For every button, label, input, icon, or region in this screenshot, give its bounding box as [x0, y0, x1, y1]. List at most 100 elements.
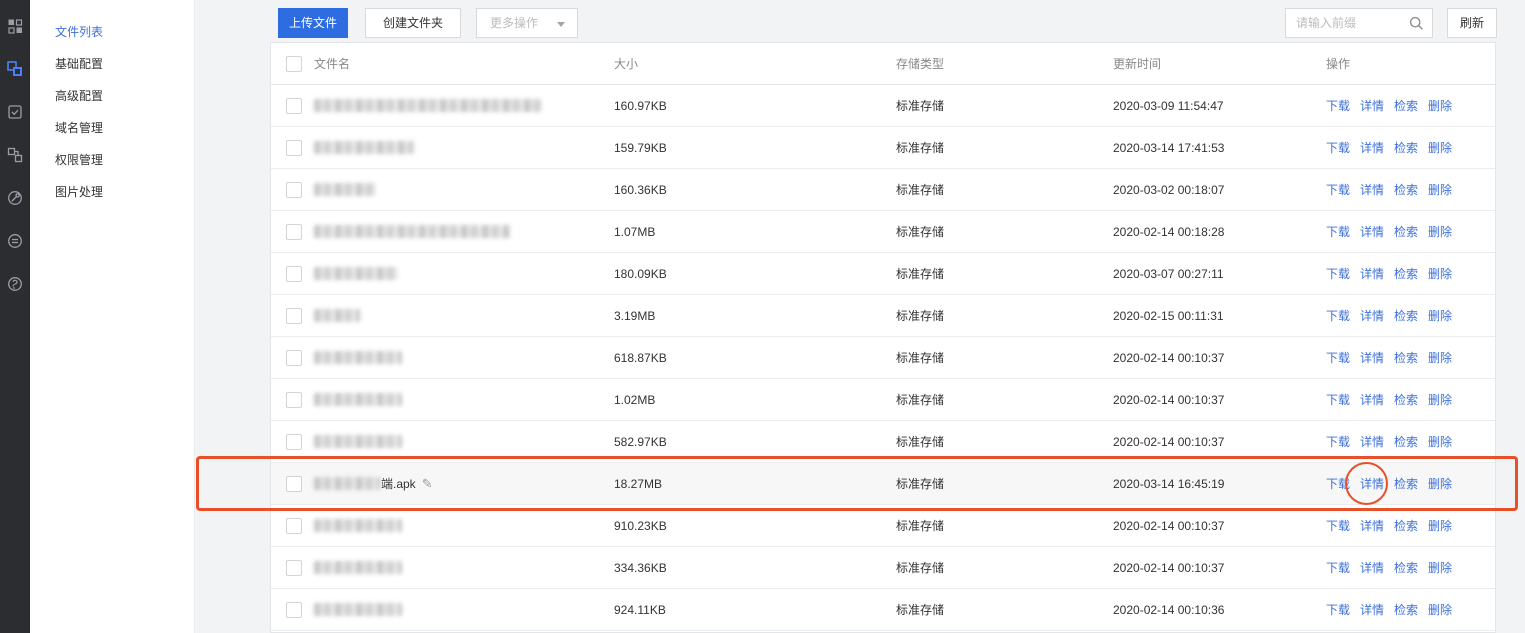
file-name-cell: [314, 225, 614, 238]
sidebar-item-6[interactable]: 图片处理: [30, 176, 194, 208]
download-link[interactable]: 下载: [1326, 603, 1350, 617]
search-index-link[interactable]: 检索: [1394, 99, 1418, 113]
detail-link[interactable]: 详情: [1360, 99, 1384, 113]
search-index-link[interactable]: 检索: [1394, 561, 1418, 575]
storage-product-icon[interactable]: [7, 61, 23, 77]
delete-link[interactable]: 删除: [1428, 351, 1452, 365]
storage-type-cell: 标准存储: [896, 139, 1113, 156]
dashboard-grid-icon[interactable]: [7, 18, 23, 34]
prefix-search-input[interactable]: [1286, 9, 1404, 37]
search-index-link[interactable]: 检索: [1394, 603, 1418, 617]
download-link[interactable]: 下载: [1326, 435, 1350, 449]
topology-icon[interactable]: [7, 147, 23, 163]
download-link[interactable]: 下载: [1326, 309, 1350, 323]
detail-link[interactable]: 详情: [1360, 309, 1384, 323]
search-index-link[interactable]: 检索: [1394, 477, 1418, 491]
download-link[interactable]: 下载: [1326, 183, 1350, 197]
detail-link[interactable]: 详情: [1360, 519, 1384, 533]
detail-link[interactable]: 详情: [1360, 435, 1384, 449]
row-checkbox[interactable]: [286, 602, 302, 618]
products-list-icon[interactable]: [7, 233, 23, 249]
download-link[interactable]: 下载: [1326, 477, 1350, 491]
create-folder-button[interactable]: 创建文件夹: [365, 8, 461, 38]
task-check-icon[interactable]: [7, 104, 23, 120]
row-checkbox[interactable]: [286, 182, 302, 198]
file-name-cell: [314, 351, 614, 364]
table-row: 924.11KB标准存储2020-02-14 00:10:36下载详情检索删除: [271, 589, 1495, 631]
storage-type-cell: 标准存储: [896, 517, 1113, 534]
file-size-cell: 160.97KB: [614, 99, 896, 113]
row-checkbox[interactable]: [286, 266, 302, 282]
delete-link[interactable]: 删除: [1428, 99, 1452, 113]
search-index-link[interactable]: 检索: [1394, 351, 1418, 365]
download-link[interactable]: 下载: [1326, 225, 1350, 239]
download-link[interactable]: 下载: [1326, 267, 1350, 281]
sidebar-item-3[interactable]: 高级配置: [30, 80, 194, 112]
delete-link[interactable]: 删除: [1428, 393, 1452, 407]
delete-link[interactable]: 删除: [1428, 141, 1452, 155]
search-index-link[interactable]: 检索: [1394, 183, 1418, 197]
delete-link[interactable]: 删除: [1428, 603, 1452, 617]
refresh-button[interactable]: 刷新: [1447, 8, 1497, 38]
detail-link[interactable]: 详情: [1360, 183, 1384, 197]
delete-link[interactable]: 删除: [1428, 225, 1452, 239]
row-checkbox[interactable]: [286, 140, 302, 156]
search-index-link[interactable]: 检索: [1394, 267, 1418, 281]
row-checkbox[interactable]: [286, 224, 302, 240]
delete-link[interactable]: 删除: [1428, 519, 1452, 533]
storage-type-cell: 标准存储: [896, 349, 1113, 366]
delete-link[interactable]: 删除: [1428, 267, 1452, 281]
delete-link[interactable]: 删除: [1428, 309, 1452, 323]
detail-link[interactable]: 详情: [1360, 351, 1384, 365]
sidebar-item-2[interactable]: 基础配置: [30, 48, 194, 80]
rename-pencil-icon[interactable]: ✎: [422, 476, 433, 492]
storage-type-cell: 标准存储: [896, 181, 1113, 198]
detail-link[interactable]: 详情: [1360, 477, 1384, 491]
row-checkbox[interactable]: [286, 308, 302, 324]
row-checkbox[interactable]: [286, 98, 302, 114]
search-index-link[interactable]: 检索: [1394, 225, 1418, 239]
detail-link[interactable]: 详情: [1360, 393, 1384, 407]
search-index-link[interactable]: 检索: [1394, 519, 1418, 533]
download-link[interactable]: 下载: [1326, 393, 1350, 407]
column-header-storage-type: 存储类型: [896, 55, 1113, 72]
download-link[interactable]: 下载: [1326, 519, 1350, 533]
detail-link[interactable]: 详情: [1360, 141, 1384, 155]
row-checkbox[interactable]: [286, 560, 302, 576]
actions-cell: 下载详情检索删除: [1326, 307, 1495, 324]
detail-link[interactable]: 详情: [1360, 603, 1384, 617]
detail-link[interactable]: 详情: [1360, 267, 1384, 281]
download-link[interactable]: 下载: [1326, 141, 1350, 155]
delete-link[interactable]: 删除: [1428, 477, 1452, 491]
search-index-link[interactable]: 检索: [1394, 435, 1418, 449]
more-actions-dropdown[interactable]: 更多操作: [476, 8, 578, 38]
detail-link[interactable]: 详情: [1360, 561, 1384, 575]
search-index-link[interactable]: 检索: [1394, 393, 1418, 407]
download-link[interactable]: 下载: [1326, 99, 1350, 113]
delete-link[interactable]: 删除: [1428, 435, 1452, 449]
row-checkbox[interactable]: [286, 434, 302, 450]
download-link[interactable]: 下载: [1326, 351, 1350, 365]
search-index-link[interactable]: 检索: [1394, 309, 1418, 323]
help-circle-icon[interactable]: [7, 276, 23, 292]
upload-file-button[interactable]: 上传文件: [278, 8, 348, 38]
storage-type-cell: 标准存储: [896, 559, 1113, 576]
sidebar-item-1[interactable]: 文件列表: [30, 16, 194, 48]
select-all-checkbox[interactable]: [286, 56, 302, 72]
row-checkbox[interactable]: [286, 518, 302, 534]
sidebar-item-5[interactable]: 权限管理: [30, 144, 194, 176]
search-index-link[interactable]: 检索: [1394, 141, 1418, 155]
detail-link[interactable]: 详情: [1360, 225, 1384, 239]
tools-icon[interactable]: [7, 190, 23, 206]
download-link[interactable]: 下载: [1326, 561, 1350, 575]
sidebar-item-4[interactable]: 域名管理: [30, 112, 194, 144]
row-checkbox[interactable]: [286, 476, 302, 492]
delete-link[interactable]: 删除: [1428, 561, 1452, 575]
row-checkbox[interactable]: [286, 350, 302, 366]
actions-cell: 下载详情检索删除: [1326, 181, 1495, 198]
row-checkbox[interactable]: [286, 392, 302, 408]
redacted-file-name: [314, 477, 380, 490]
search-icon[interactable]: [1409, 16, 1424, 31]
updated-time-cell: 2020-03-02 00:18:07: [1113, 183, 1326, 197]
delete-link[interactable]: 删除: [1428, 183, 1452, 197]
